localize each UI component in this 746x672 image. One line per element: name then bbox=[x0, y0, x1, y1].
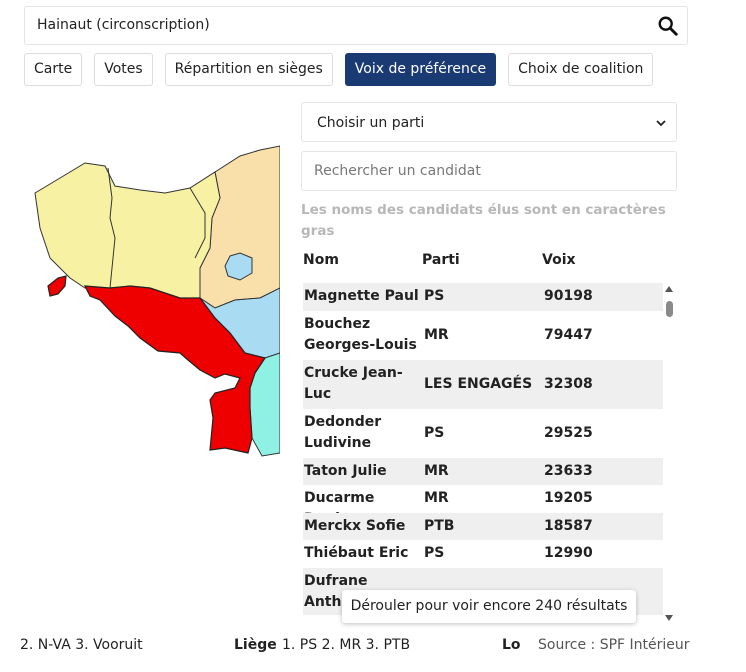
cell-party: PS bbox=[424, 545, 445, 561]
party-select-value: Choisir un parti bbox=[317, 115, 425, 131]
view-tabs: Carte Votes Répartition en sièges Voix d… bbox=[24, 53, 665, 86]
tab-choix-de-coalition[interactable]: Choix de coalition bbox=[508, 53, 654, 86]
table-row: Ducarme Denis MR 19205 bbox=[303, 485, 663, 527]
cell-party: LES ENGAGÉS bbox=[424, 376, 533, 392]
table-row: Bouchez Georges-Louis MR 79447 bbox=[303, 311, 663, 360]
search-value: Hainaut (circonscription) bbox=[37, 17, 210, 33]
cell-name: Crucke Jean-Luc bbox=[304, 365, 403, 402]
party-select[interactable]: Choisir un parti bbox=[301, 102, 677, 142]
elected-note: Les noms des candidats élus sont en cara… bbox=[301, 202, 666, 239]
table-scrollbar[interactable] bbox=[663, 283, 676, 625]
tab-carte[interactable]: Carte bbox=[24, 53, 83, 86]
scroll-down-arrow-icon[interactable] bbox=[665, 615, 673, 621]
tab-votes[interactable]: Votes bbox=[94, 53, 153, 86]
cell-party: MR bbox=[424, 463, 449, 479]
cell-votes: 29525 bbox=[544, 425, 593, 441]
chevron-down-icon bbox=[656, 120, 666, 127]
cell-name: Thiébaut Eric bbox=[304, 545, 409, 561]
ticker-region-next: Lo bbox=[502, 637, 521, 653]
constituency-map bbox=[34, 145, 280, 457]
scroll-hint-tooltip: Dérouler pour voir encore 240 résultats bbox=[342, 590, 636, 623]
source-label: Source : SPF Intérieur bbox=[528, 634, 700, 656]
cell-name: Dedonder Ludivine bbox=[304, 414, 382, 451]
table-row: Magnette Paul PS 90198 bbox=[303, 283, 663, 311]
ticker-segment: 1. PS 2. MR 3. PTB bbox=[282, 637, 411, 653]
cell-party: PTB bbox=[424, 518, 455, 534]
search-box[interactable]: Hainaut (circonscription) bbox=[24, 6, 688, 45]
tab-repartition-sieges[interactable]: Répartition en sièges bbox=[164, 53, 333, 86]
cell-name: Magnette Paul bbox=[304, 288, 419, 304]
cell-party: PS bbox=[424, 288, 445, 304]
cell-votes: 18587 bbox=[544, 518, 593, 534]
search-icon[interactable] bbox=[657, 15, 679, 37]
cell-votes: 23633 bbox=[544, 463, 593, 479]
ticker-region-liege: Liège bbox=[234, 637, 277, 653]
cell-party: MR bbox=[424, 327, 449, 343]
table-row: Taton Julie MR 23633 bbox=[303, 458, 663, 485]
cell-votes: 79447 bbox=[544, 327, 593, 343]
candidate-search-input[interactable] bbox=[301, 151, 677, 191]
table-row: Merckx Sofie PTB 18587 bbox=[303, 513, 663, 540]
table-row: Thiébaut Eric PS 12990 bbox=[303, 540, 663, 568]
candidate-table[interactable]: Magnette Paul PS 90198 Bouchez Georges-L… bbox=[303, 283, 663, 615]
cell-name: Taton Julie bbox=[304, 463, 387, 479]
table-row: Crucke Jean-Luc LES ENGAGÉS 32308 bbox=[303, 360, 663, 409]
scroll-thumb[interactable] bbox=[666, 301, 673, 317]
table-header: Nom Parti Voix bbox=[303, 252, 663, 274]
header-party: Parti bbox=[422, 252, 460, 268]
header-votes: Voix bbox=[542, 252, 576, 268]
cell-votes: 32308 bbox=[544, 376, 593, 392]
cell-name: Bouchez Georges-Louis bbox=[304, 316, 417, 353]
cell-votes: 90198 bbox=[544, 288, 593, 304]
scroll-up-arrow-icon[interactable] bbox=[665, 286, 673, 292]
map-region-exclave[interactable] bbox=[47, 275, 67, 297]
map-region-orange[interactable] bbox=[199, 145, 280, 309]
table-row: Dedonder Ludivine PS 29525 bbox=[303, 409, 663, 458]
cell-party: PS bbox=[424, 425, 445, 441]
cell-votes: 12990 bbox=[544, 545, 593, 561]
header-name: Nom bbox=[303, 252, 339, 268]
ticker-segment: 2. N-VA 3. Vooruit bbox=[20, 637, 143, 653]
cell-votes: 19205 bbox=[544, 490, 593, 506]
cell-party: MR bbox=[424, 490, 449, 506]
cell-name: Merckx Sofie bbox=[304, 518, 406, 534]
tab-voix-de-preference[interactable]: Voix de préférence bbox=[344, 53, 497, 86]
